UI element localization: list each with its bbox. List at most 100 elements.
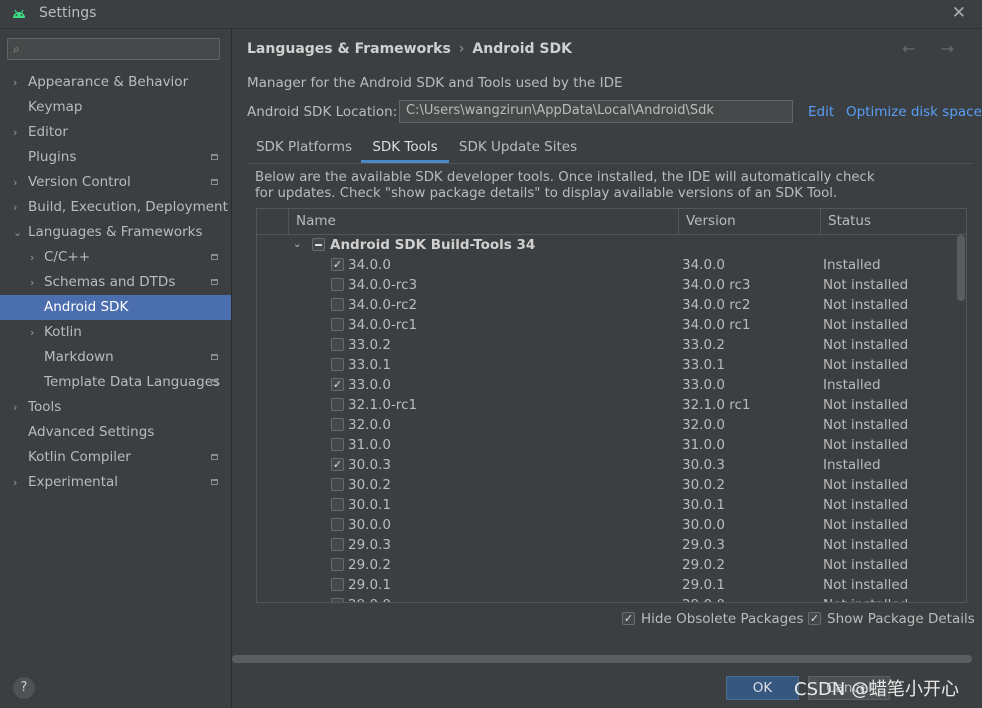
chevron-right-icon[interactable]: › xyxy=(13,170,17,195)
sidebar-item[interactable]: › C/C++ xyxy=(0,245,231,270)
table-row[interactable]: 31.0.0 31.0.0 Not installed xyxy=(257,435,957,455)
table-row[interactable]: 30.0.2 30.0.2 Not installed xyxy=(257,475,957,495)
row-checkbox[interactable]: ✓ xyxy=(331,458,344,471)
checkbox-box[interactable]: ✓ xyxy=(622,612,635,625)
chevron-right-icon[interactable]: › xyxy=(13,70,17,95)
table-row[interactable]: 29.0.3 29.0.3 Not installed xyxy=(257,535,957,555)
sidebar-item[interactable]: › Appearance & Behavior xyxy=(0,70,231,95)
row-checkbox[interactable] xyxy=(331,518,344,531)
row-checkbox[interactable] xyxy=(331,298,344,311)
sidebar-item[interactable]: Keymap xyxy=(0,95,231,120)
table-row[interactable]: 34.0.0-rc2 34.0.0 rc2 Not installed xyxy=(257,295,957,315)
column-header-version[interactable]: Version xyxy=(678,209,820,234)
sidebar-item[interactable]: Template Data Languages xyxy=(0,370,231,395)
table-row[interactable]: ✓ 34.0.0 34.0.0 Installed xyxy=(257,255,957,275)
back-forward-arrows-icon[interactable]: ← → xyxy=(902,39,964,58)
chevron-right-icon[interactable]: › xyxy=(13,120,17,145)
table-vertical-scrollbar[interactable] xyxy=(957,235,965,601)
hide-obsolete-packages-checkbox[interactable]: ✓ Hide Obsolete Packages xyxy=(622,611,804,627)
edit-link[interactable]: Edit xyxy=(808,104,834,120)
sidebar-item[interactable]: › Schemas and DTDs xyxy=(0,270,231,295)
show-package-details-checkbox[interactable]: ✓ Show Package Details xyxy=(808,611,975,627)
tab-sdk-update-sites[interactable]: SDK Update Sites xyxy=(449,133,587,163)
partial-checkbox[interactable] xyxy=(312,238,325,251)
row-checkbox[interactable] xyxy=(331,538,344,551)
sidebar-item[interactable]: Android SDK xyxy=(0,295,231,320)
sidebar-item[interactable]: › Build, Execution, Deployment xyxy=(0,195,231,220)
chevron-right-icon[interactable]: › xyxy=(13,195,17,220)
sidebar-item[interactable]: ⌄ Languages & Frameworks xyxy=(0,220,231,245)
table-row[interactable]: 30.0.0 30.0.0 Not installed xyxy=(257,515,957,535)
table-group-row[interactable]: ⌄ Android SDK Build-Tools 34 xyxy=(257,235,957,255)
row-checkbox[interactable] xyxy=(331,578,344,591)
sidebar-item[interactable]: Advanced Settings xyxy=(0,420,231,445)
checkbox-box[interactable]: ✓ xyxy=(808,612,821,625)
tab-sdk-tools[interactable]: SDK Tools xyxy=(361,133,449,163)
optimize-disk-space-link[interactable]: Optimize disk space xyxy=(846,104,982,120)
column-header-name[interactable]: Name xyxy=(288,209,678,234)
row-checkbox[interactable] xyxy=(331,398,344,411)
scrollbar-thumb[interactable] xyxy=(957,235,965,301)
table-row[interactable]: 29.0.0 29.0.0 Not installed xyxy=(257,595,957,602)
table-row[interactable]: 29.0.1 29.0.1 Not installed xyxy=(257,575,957,595)
cell-version: 33.0.0 xyxy=(682,377,725,393)
table-row[interactable]: 32.0.0 32.0.0 Not installed xyxy=(257,415,957,435)
cell-name: 34.0.0-rc1 xyxy=(348,317,418,333)
breadcrumb-parent[interactable]: Languages & Frameworks xyxy=(247,41,451,57)
table-row[interactable]: 32.1.0-rc1 32.1.0 rc1 Not installed xyxy=(257,395,957,415)
row-checkbox[interactable] xyxy=(331,478,344,491)
table-row[interactable]: ✓ 30.0.3 30.0.3 Installed xyxy=(257,455,957,475)
chevron-right-icon[interactable]: › xyxy=(30,320,34,345)
cell-name: 29.0.2 xyxy=(348,557,391,573)
table-row[interactable]: 33.0.1 33.0.1 Not installed xyxy=(257,355,957,375)
chevron-right-icon[interactable]: › xyxy=(13,470,17,495)
cell-status: Not installed xyxy=(823,337,909,353)
horizontal-scrollbar[interactable] xyxy=(232,655,972,663)
row-checkbox[interactable]: ✓ xyxy=(331,258,344,271)
sidebar-item[interactable]: Markdown xyxy=(0,345,231,370)
sidebar-item[interactable]: › Kotlin xyxy=(0,320,231,345)
sidebar-item-label: Schemas and DTDs xyxy=(44,274,176,290)
table-row[interactable]: 29.0.2 29.0.2 Not installed xyxy=(257,555,957,575)
sidebar-item[interactable]: Plugins xyxy=(0,145,231,170)
tab-sdk-platforms[interactable]: SDK Platforms xyxy=(247,133,361,163)
sdk-location-field[interactable]: C:\Users\wangzirun\AppData\Local\Android… xyxy=(399,100,793,123)
sidebar-item[interactable]: Kotlin Compiler xyxy=(0,445,231,470)
cell-status: Installed xyxy=(823,377,881,393)
row-checkbox[interactable] xyxy=(331,418,344,431)
settings-tree: › Appearance & Behavior Keymap › Editor Plugi… xyxy=(0,70,231,495)
sidebar-item[interactable]: › Version Control xyxy=(0,170,231,195)
table-row[interactable]: ✓ 33.0.0 33.0.0 Installed xyxy=(257,375,957,395)
cell-name: 32.0.0 xyxy=(348,417,391,433)
sidebar-item[interactable]: › Tools xyxy=(0,395,231,420)
search-input[interactable]: ⌕ xyxy=(7,38,220,60)
help-button[interactable]: ? xyxy=(13,677,35,699)
close-icon[interactable]: ✕ xyxy=(952,3,966,23)
table-row[interactable]: 34.0.0-rc3 34.0.0 rc3 Not installed xyxy=(257,275,957,295)
column-header-status[interactable]: Status xyxy=(820,209,966,234)
row-checkbox[interactable] xyxy=(331,598,344,602)
sidebar-item[interactable]: › Editor xyxy=(0,120,231,145)
chevron-down-icon[interactable]: ⌄ xyxy=(13,220,22,245)
sidebar-item-label: Kotlin xyxy=(44,324,82,340)
chevron-right-icon[interactable]: › xyxy=(13,395,17,420)
row-checkbox[interactable] xyxy=(331,558,344,571)
row-checkbox[interactable] xyxy=(331,498,344,511)
row-checkbox[interactable] xyxy=(331,318,344,331)
cell-version: 31.0.0 xyxy=(682,437,725,453)
row-checkbox[interactable] xyxy=(331,438,344,451)
ok-button[interactable]: OK xyxy=(726,676,799,700)
chevron-right-icon[interactable]: › xyxy=(30,245,34,270)
table-row[interactable]: 30.0.1 30.0.1 Not installed xyxy=(257,495,957,515)
chevron-right-icon[interactable]: › xyxy=(30,270,34,295)
row-checkbox[interactable]: ✓ xyxy=(331,378,344,391)
table-row[interactable]: 34.0.0-rc1 34.0.0 rc1 Not installed xyxy=(257,315,957,335)
row-checkbox[interactable] xyxy=(331,358,344,371)
row-checkbox[interactable] xyxy=(331,278,344,291)
sidebar-item[interactable]: › Experimental xyxy=(0,470,231,495)
table-row[interactable]: 33.0.2 33.0.2 Not installed xyxy=(257,335,957,355)
cell-version: 30.0.3 xyxy=(682,457,725,473)
expand-chevron-icon[interactable]: ⌄ xyxy=(293,235,301,255)
row-checkbox[interactable] xyxy=(331,338,344,351)
cell-name: 29.0.3 xyxy=(348,537,391,553)
